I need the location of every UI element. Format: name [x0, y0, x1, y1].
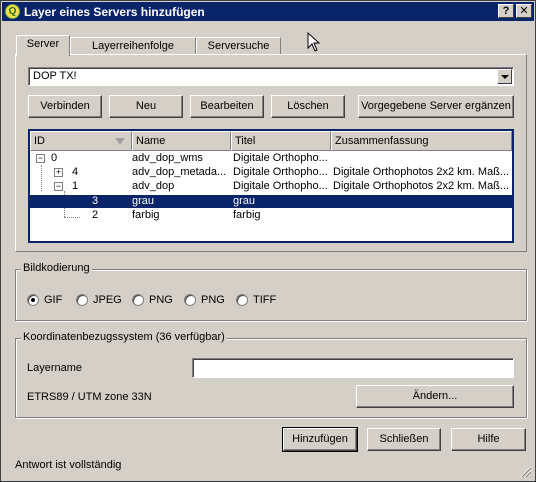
resize-grip-icon[interactable] [520, 466, 532, 478]
row-summary: Digitale Orthophotos 2x2 km. Maß... [333, 180, 510, 192]
radio-jpeg-label[interactable]: JPEG [93, 294, 122, 306]
column-header-id-label: ID [34, 135, 45, 147]
title-bar[interactable]: Q Layer eines Servers hinzufügen ? ✕ [2, 2, 534, 21]
row-id: 3 [92, 195, 99, 207]
collapse-icon[interactable]: − [54, 182, 63, 191]
tree-row[interactable]: − 0 adv_dop_wms Digitale Orthopho... [30, 152, 512, 165]
window-title: Layer eines Servers hinzufügen [24, 5, 205, 19]
image-encoding-label: Bildkodierung [21, 262, 92, 274]
connect-button[interactable]: Verbinden [28, 95, 102, 118]
close-icon[interactable]: ✕ [516, 4, 532, 18]
row-name: farbig [132, 209, 160, 221]
tree-row[interactable]: 2 farbig farbig [30, 209, 512, 222]
column-header-zusammenfassung[interactable]: Zusammenfassung [331, 131, 512, 151]
layername-input[interactable] [192, 358, 514, 378]
change-crs-button[interactable]: Ändern... [356, 385, 514, 408]
radio-tiff-label[interactable]: TIFF [253, 294, 276, 306]
add-default-servers-button[interactable]: Vorgegebene Server ergänzen [358, 95, 514, 118]
chevron-down-icon[interactable] [497, 69, 512, 84]
new-server-button[interactable]: Neu [109, 95, 183, 118]
layername-label: Layername [27, 362, 83, 374]
tab-layerreihenfolge[interactable]: Layerreihenfolge [70, 37, 196, 55]
layer-tree[interactable]: ID Name Titel Zusammenfassung − 0 adv_do… [28, 129, 514, 243]
column-header-id[interactable]: ID [30, 131, 132, 151]
add-button[interactable]: Hinzufügen [282, 427, 358, 452]
row-id: 0 [51, 152, 58, 164]
tree-row-selected[interactable]: 3 grau grau [30, 195, 512, 208]
radio-png[interactable] [132, 294, 144, 306]
mouse-cursor-icon [307, 32, 321, 52]
tree-row[interactable]: − 1 adv_dop Digitale Orthopho... Digital… [30, 180, 512, 193]
dialog-window: Q Layer eines Servers hinzufügen ? ✕ Ser… [0, 0, 536, 482]
row-id: 4 [72, 166, 79, 178]
server-select[interactable]: DOP TX! [28, 67, 514, 86]
row-name: adv_dop_metada... [132, 166, 227, 178]
row-title: Digitale Orthopho... [233, 152, 328, 164]
column-header-titel[interactable]: Titel [231, 131, 331, 151]
tab-serversuche[interactable]: Serversuche [196, 37, 281, 55]
radio-gif[interactable] [27, 294, 39, 306]
row-title: Digitale Orthopho... [233, 166, 328, 178]
radio-png-label[interactable]: PNG [149, 294, 173, 306]
row-id: 2 [92, 209, 99, 221]
crs-name: ETRS89 / UTM zone 33N [27, 391, 152, 403]
expand-icon[interactable]: + [54, 168, 63, 177]
close-button[interactable]: Schließen [367, 428, 441, 451]
radio-gif-label[interactable]: GIF [44, 294, 62, 306]
radio-png-2[interactable] [184, 294, 196, 306]
crs-group-label: Koordinatenbezugssystem (36 verfügbar) [21, 331, 227, 343]
sort-indicator-icon [115, 138, 125, 145]
layer-tree-header: ID Name Titel Zusammenfassung [30, 131, 512, 151]
tree-row[interactable]: + 4 adv_dop_metada... Digitale Orthopho.… [30, 166, 512, 179]
edit-server-button[interactable]: Bearbeiten [190, 95, 264, 118]
row-name: adv_dop [132, 180, 175, 192]
collapse-icon[interactable]: − [36, 154, 45, 163]
row-name: adv_dop_wms [132, 152, 203, 164]
delete-server-button[interactable]: Löschen [271, 95, 345, 118]
qgis-logo-icon: Q [5, 4, 20, 19]
row-title: grau [233, 195, 256, 207]
help-title-button[interactable]: ? [498, 4, 514, 18]
status-text: Antwort ist vollständig [15, 459, 122, 471]
row-name: grau [132, 195, 155, 207]
radio-png-2-label[interactable]: PNG [201, 294, 225, 306]
tab-server[interactable]: Server [16, 35, 70, 56]
row-title: Digitale Orthopho... [233, 180, 328, 192]
radio-tiff[interactable] [236, 294, 248, 306]
help-button[interactable]: Hilfe [451, 428, 526, 451]
row-title: farbig [233, 209, 261, 221]
row-id: 1 [72, 180, 79, 192]
row-summary: Digitale Orthophotos 2x2 km. Maß... [333, 166, 510, 178]
column-header-name[interactable]: Name [132, 131, 231, 151]
radio-jpeg[interactable] [76, 294, 88, 306]
server-select-value: DOP TX! [33, 70, 77, 82]
